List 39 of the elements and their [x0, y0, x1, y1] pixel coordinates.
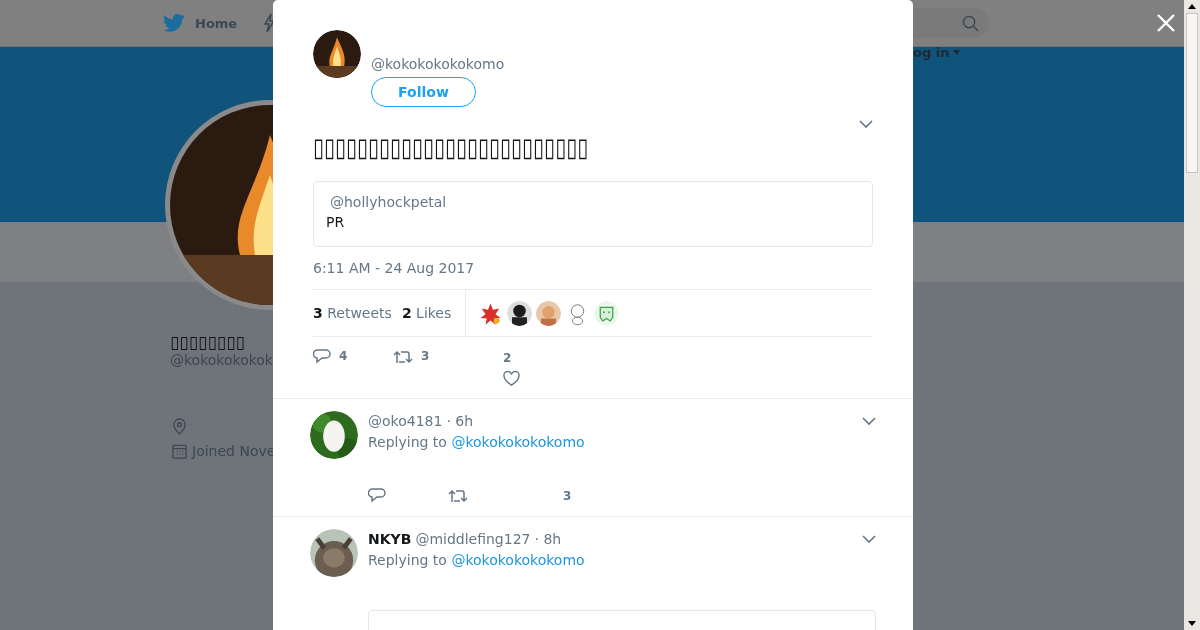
search-icon[interactable]: [962, 14, 980, 32]
scrollbar-drawing[interactable]: [1184, 0, 1200, 630]
profile-name: ▯▯▯▯▯▯▯▯: [170, 332, 245, 352]
reply-author-name[interactable]: NKYB: [368, 530, 412, 547]
author-handle[interactable]: @kokokokokokomo: [371, 56, 505, 72]
quoted-text: PR: [326, 214, 346, 230]
retweet-count[interactable]: 3 Retweets: [313, 305, 392, 321]
follow-button[interactable]: Follow: [371, 77, 476, 107]
caret-icon: [953, 50, 961, 55]
replying-to-line: Replying to @kokokokokokomo: [368, 434, 586, 450]
retweet-icon[interactable]: [448, 488, 468, 504]
reply-icon[interactable]: [313, 349, 331, 365]
reply-author-handle[interactable]: @oko4181: [368, 412, 443, 429]
like-count[interactable]: 2 Likes: [401, 305, 452, 321]
retweet-icon[interactable]: [393, 349, 413, 365]
chevron-down-icon[interactable]: [862, 417, 876, 426]
tweet-text: ▯▯▯▯▯▯▯▯▯▯▯▯▯▯▯▯▯▯▯▯▯▯▯▯▯: [313, 130, 589, 165]
reply-icon[interactable]: [368, 488, 386, 504]
quoted-handle: @hollyhockpetal: [329, 194, 448, 210]
quoted-tweet[interactable]: @hollyhockpetal PR: [313, 181, 873, 247]
replying-to-line: Replying to @kokokokokokomo: [368, 552, 586, 568]
reply-time: · 6h: [446, 412, 474, 429]
retweet-count: 3: [421, 349, 430, 363]
calendar-icon: [172, 443, 187, 459]
bird-icon: [163, 14, 185, 32]
reply-author-handle[interactable]: @middlefing127: [415, 530, 531, 547]
heart-icon[interactable]: [503, 371, 520, 386]
mention-link[interactable]: @kokokokokokomo: [451, 552, 585, 568]
chevron-down-icon[interactable]: [859, 120, 873, 129]
like-count: 3: [563, 489, 572, 503]
chevron-down-icon[interactable]: [862, 535, 876, 544]
lightning-icon[interactable]: [263, 13, 276, 33]
reply-count: 4: [339, 349, 348, 363]
like-count: 2: [503, 351, 512, 365]
location-pin-icon: [172, 418, 187, 435]
mention-link[interactable]: @kokokokokokomo: [451, 434, 585, 450]
reply-time: · 8h: [534, 530, 562, 547]
tweet-timestamp: 6:11 AM - 24 Aug 2017: [313, 260, 476, 276]
close-icon[interactable]: [1156, 13, 1176, 33]
